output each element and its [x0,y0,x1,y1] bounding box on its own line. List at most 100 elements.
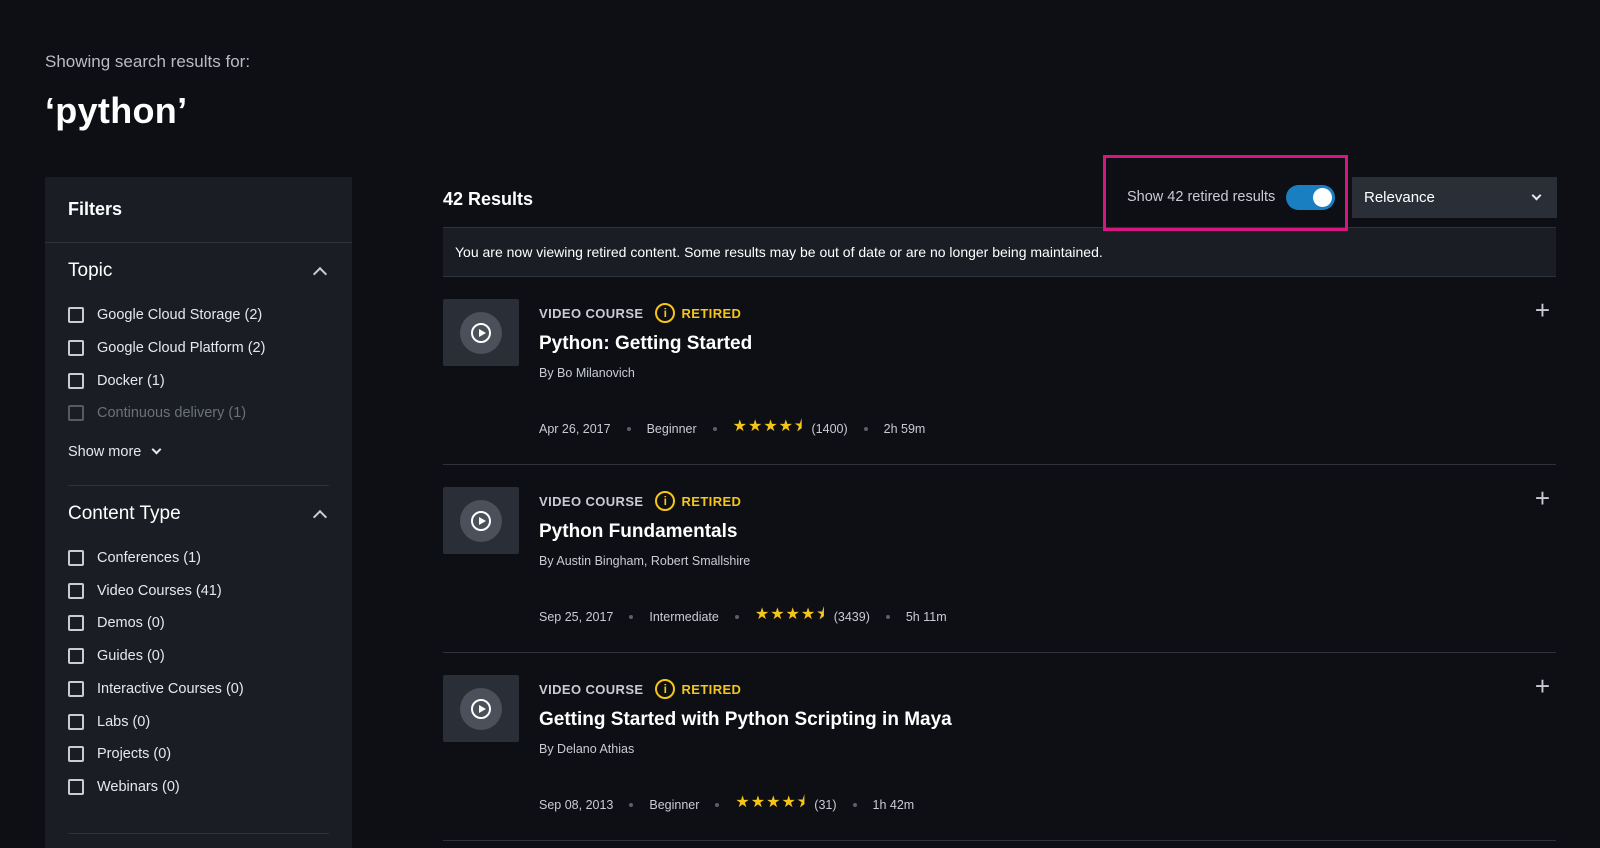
topic-section-title: Topic [68,260,113,281]
retired-toggle-label: Show 42 retired results [1127,189,1276,205]
filter-item-label: Google Cloud Storage (2) [97,307,263,324]
results-main: 42 Results Show 42 retired results Relev… [443,155,1557,841]
play-icon [460,687,502,730]
info-icon: i [655,491,676,511]
play-icon [460,499,502,542]
filter-item-topic[interactable]: Google Cloud Platform (2) [68,332,329,365]
result-date: Apr 26, 2017 [539,421,611,436]
checkbox[interactable] [68,550,84,567]
retired-badge: RETIRED [681,493,742,509]
filter-item-topic[interactable]: Google Cloud Storage (2) [68,299,329,332]
filters-title: Filters [45,177,352,243]
search-subtitle: Showing search results for: [45,52,251,71]
result-tags: VIDEO COURSE i RETIRED [539,491,741,511]
result-reviews: (31) [814,797,837,812]
chevron-up-icon[interactable] [312,509,328,524]
filter-item-content-type[interactable]: Webinars (0) [68,771,329,804]
checkbox[interactable] [68,340,84,357]
filter-item-label: Continuous delivery (1) [97,405,247,422]
result-card[interactable]: VIDEO COURSE i RETIRED Python Fundamenta… [443,465,1556,653]
result-level: Beginner [646,421,697,436]
content-type-section-title: Content Type [68,502,181,524]
course-thumbnail[interactable] [443,299,519,366]
result-title[interactable]: Python Fundamentals [539,521,737,543]
filter-item-content-type[interactable]: Video Courses (41) [68,574,329,607]
sort-dropdown[interactable]: Relevance [1352,177,1557,218]
toggle-switch[interactable] [1286,184,1336,210]
star-rating-icon: ★★★★⯨ [754,606,826,623]
chevron-down-icon [151,444,162,455]
filter-item-topic[interactable]: Docker (1) [68,364,329,397]
filter-item-label: Labs (0) [97,713,151,730]
separator-dot [629,614,634,619]
content-type-section-header[interactable]: Content Type [68,486,329,542]
chevron-up-icon[interactable] [312,266,328,282]
results-count: 42 Results [443,189,534,209]
checkbox[interactable] [68,307,84,324]
checkbox[interactable] [68,582,84,599]
divider [68,833,329,835]
result-level: Intermediate [649,609,719,624]
sort-value: Relevance [1364,189,1435,206]
checkbox[interactable] [68,778,84,795]
result-card[interactable]: VIDEO COURSE i RETIRED Getting Started w… [443,653,1556,841]
separator-dot [734,614,739,619]
filter-item-label: Interactive Courses (0) [97,680,244,697]
course-thumbnail[interactable] [443,487,519,554]
filter-item-label: Demos (0) [97,615,165,632]
search-query: ‘python’ [45,90,188,131]
filter-item-content-type[interactable]: Demos (0) [68,607,329,640]
checkbox[interactable] [68,746,84,763]
checkbox[interactable] [68,405,84,422]
filter-section-content-type: Content Type Conferences (1) Video Cours… [45,486,352,804]
filter-item-content-type[interactable]: Projects (0) [68,738,329,771]
result-tags: VIDEO COURSE i RETIRED [539,679,741,699]
add-icon[interactable]: + [1535,297,1550,323]
filter-section-topic: Topic Google Cloud Storage (2) Google Cl… [45,243,352,474]
add-icon[interactable]: + [1535,673,1550,699]
filter-item-content-type[interactable]: Labs (0) [68,705,329,738]
checkbox[interactable] [68,713,84,730]
filters-panel: Filters Topic Google Cloud Storage (2) G… [45,177,352,848]
result-reviews: (1400) [811,421,848,436]
result-author: By Delano Athias [539,742,635,756]
separator-dot [852,802,857,807]
topic-section-header[interactable]: Topic [68,243,329,299]
result-meta: Apr 26, 2017 Beginner ★★★★⯨ (1400) 2h 59… [539,415,925,442]
result-tags: VIDEO COURSE i RETIRED [539,303,741,323]
result-reviews: (3439) [833,609,870,624]
separator-dot [863,426,868,431]
separator-dot [885,614,890,619]
filter-item-label: Docker (1) [97,372,165,389]
result-date: Sep 08, 2013 [539,797,614,812]
filter-item-content-type[interactable]: Guides (0) [68,640,329,673]
separator-dot [715,802,720,807]
search-header: Showing search results for: ‘python’ [45,52,250,132]
filter-item-content-type[interactable]: Conferences (1) [68,542,329,575]
result-title[interactable]: Getting Started with Python Scripting in… [539,709,952,731]
result-level: Beginner [649,797,700,812]
toggle-knob [1313,187,1333,207]
filter-item-content-type[interactable]: Interactive Courses (0) [68,673,329,706]
retired-badge: RETIRED [681,305,742,321]
checkbox[interactable] [68,648,84,665]
course-thumbnail[interactable] [443,675,519,742]
filter-item-topic[interactable]: Continuous delivery (1) [68,397,329,430]
result-meta: Sep 25, 2017 Intermediate ★★★★⯨ (3439) 5… [539,603,947,630]
retired-results-toggle[interactable]: Show 42 retired results [1127,183,1336,211]
result-meta: Sep 08, 2013 Beginner ★★★★⯨ (31) 1h 42m [539,791,914,818]
show-more-label: Show more [68,443,142,460]
result-author: By Bo Milanovich [539,366,635,380]
add-icon[interactable]: + [1535,485,1550,511]
filter-item-label: Webinars (0) [97,778,180,795]
result-card[interactable]: VIDEO COURSE i RETIRED Python: Getting S… [443,277,1556,465]
result-title[interactable]: Python: Getting Started [539,333,752,355]
content-type-tag: VIDEO COURSE [539,305,644,321]
results-toolbar: 42 Results Show 42 retired results Relev… [443,155,1557,231]
show-more-button[interactable]: Show more [68,430,329,474]
checkbox[interactable] [68,615,84,632]
checkbox[interactable] [68,680,84,697]
content-type-tag: VIDEO COURSE [539,681,644,697]
result-date: Sep 25, 2017 [539,609,614,624]
checkbox[interactable] [68,372,84,389]
